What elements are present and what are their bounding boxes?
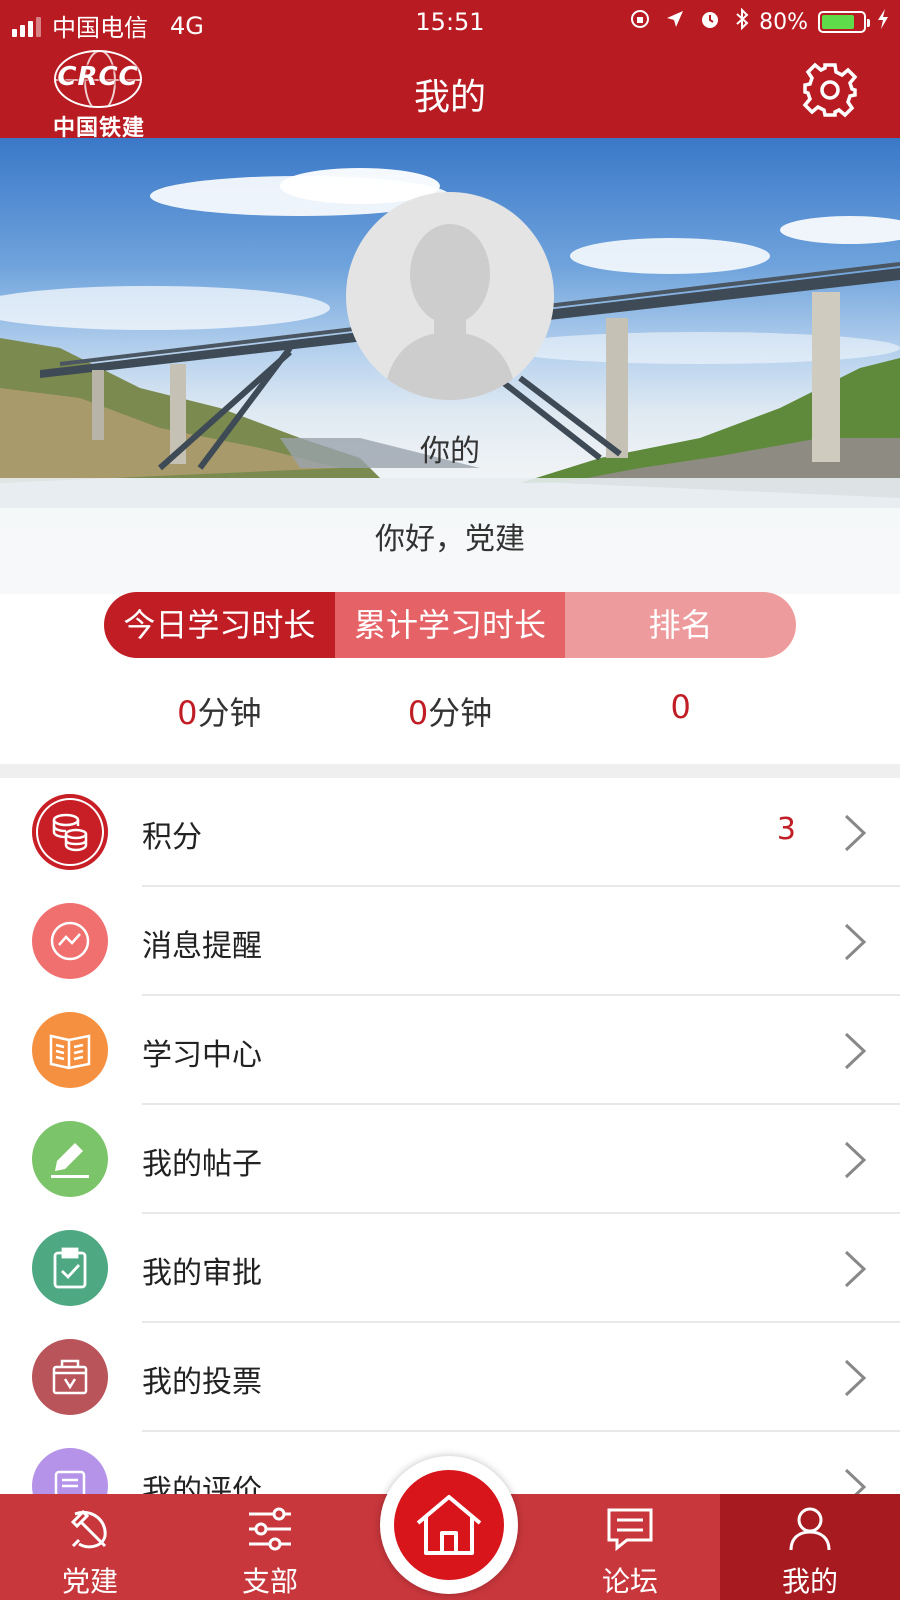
tab-label: 支部: [241, 1565, 298, 1598]
tab-today-study-time[interactable]: 今日学习时长: [104, 592, 335, 658]
alarm-icon: [699, 8, 721, 36]
charging-icon: [876, 8, 890, 36]
network-label: 4G: [170, 11, 204, 40]
user-icon: [789, 1507, 831, 1551]
chart-icon: [32, 903, 108, 979]
tab-label: 党建: [61, 1565, 118, 1598]
menu-label: 学习中心: [142, 1038, 262, 1073]
status-bar: 中国电信 4G 15:51 80%: [0, 0, 900, 44]
menu-item-learning-center[interactable]: 学习中心: [0, 996, 900, 1105]
menu-item-points[interactable]: 积分 3: [0, 778, 900, 887]
tab-label: 我的: [781, 1565, 838, 1598]
menu-label: 消息提醒: [142, 929, 262, 964]
pencil-icon: [32, 1121, 108, 1197]
hammer-sickle-icon: [70, 1509, 107, 1549]
home-icon: [416, 1495, 482, 1555]
tab-mine[interactable]: 我的: [720, 1494, 900, 1600]
battery-icon: [818, 11, 870, 33]
chevron-right-icon: [844, 1141, 867, 1179]
total-study-time-value: 0分钟: [407, 694, 493, 732]
bluetooth-icon: [735, 7, 749, 36]
menu-item-my-votes[interactable]: 我的投票: [0, 1323, 900, 1432]
gear-icon: [802, 62, 858, 118]
battery-percent: 80%: [759, 9, 808, 35]
coins-icon: [32, 794, 108, 870]
carrier-label: 中国电信: [52, 14, 148, 42]
study-stats-values: 0分钟 0分钟 0: [104, 688, 796, 734]
menu-item-my-posts[interactable]: 我的帖子: [0, 1105, 900, 1214]
menu-label: 我的审批: [142, 1256, 262, 1291]
signal-strength-icon: [12, 15, 44, 37]
profile-header-banner: 你的 你好，党建: [0, 138, 900, 594]
menu-label: 我的帖子: [142, 1147, 262, 1182]
chevron-right-icon: [844, 923, 867, 961]
chevron-right-icon: [844, 1359, 867, 1397]
tab-forum[interactable]: 论坛: [540, 1494, 720, 1600]
profile-name: 你的: [420, 434, 480, 469]
menu-item-my-approvals[interactable]: 我的审批: [0, 1214, 900, 1323]
chevron-right-icon: [844, 1032, 867, 1070]
book-icon: [32, 1012, 108, 1088]
menu-item-notifications[interactable]: 消息提醒: [0, 887, 900, 996]
menu-label: 我的投票: [142, 1365, 262, 1400]
points-count: 3: [776, 812, 796, 847]
orientation-lock-icon: [629, 8, 651, 36]
profile-menu-list: 积分 3 消息提醒 学习中心 我的帖子 我的审批 我的投票 我的评价: [0, 778, 900, 1541]
nav-bar: CRCC 中国铁建 我的: [0, 44, 900, 141]
location-icon: [665, 9, 685, 35]
tab-label: 论坛: [601, 1565, 658, 1598]
message-icon: [607, 1508, 653, 1552]
chevron-right-icon: [844, 814, 867, 852]
clipboard-check-icon: [32, 1230, 108, 1306]
tab-total-study-time[interactable]: 累计学习时长: [334, 592, 566, 658]
home-button[interactable]: [380, 1456, 518, 1594]
page-title: 我的: [413, 77, 486, 118]
user-silhouette-icon: [384, 224, 516, 400]
section-divider: [0, 764, 900, 778]
tab-party-building[interactable]: 党建: [0, 1494, 180, 1600]
chevron-right-icon: [844, 1250, 867, 1288]
sliders-icon: [249, 1507, 291, 1551]
tab-ranking[interactable]: 排名: [565, 592, 796, 658]
menu-label: 积分: [142, 820, 202, 855]
today-study-time-value: 0分钟: [177, 694, 262, 732]
study-stats-tabs: 今日学习时长 累计学习时长 排名: [104, 592, 796, 658]
settings-button[interactable]: [800, 60, 860, 120]
ballot-box-icon: [32, 1339, 108, 1415]
tab-branch[interactable]: 支部: [180, 1494, 360, 1600]
avatar[interactable]: [346, 192, 554, 400]
ranking-value: 0: [670, 688, 691, 726]
profile-greeting: 你好，党建: [375, 522, 525, 557]
